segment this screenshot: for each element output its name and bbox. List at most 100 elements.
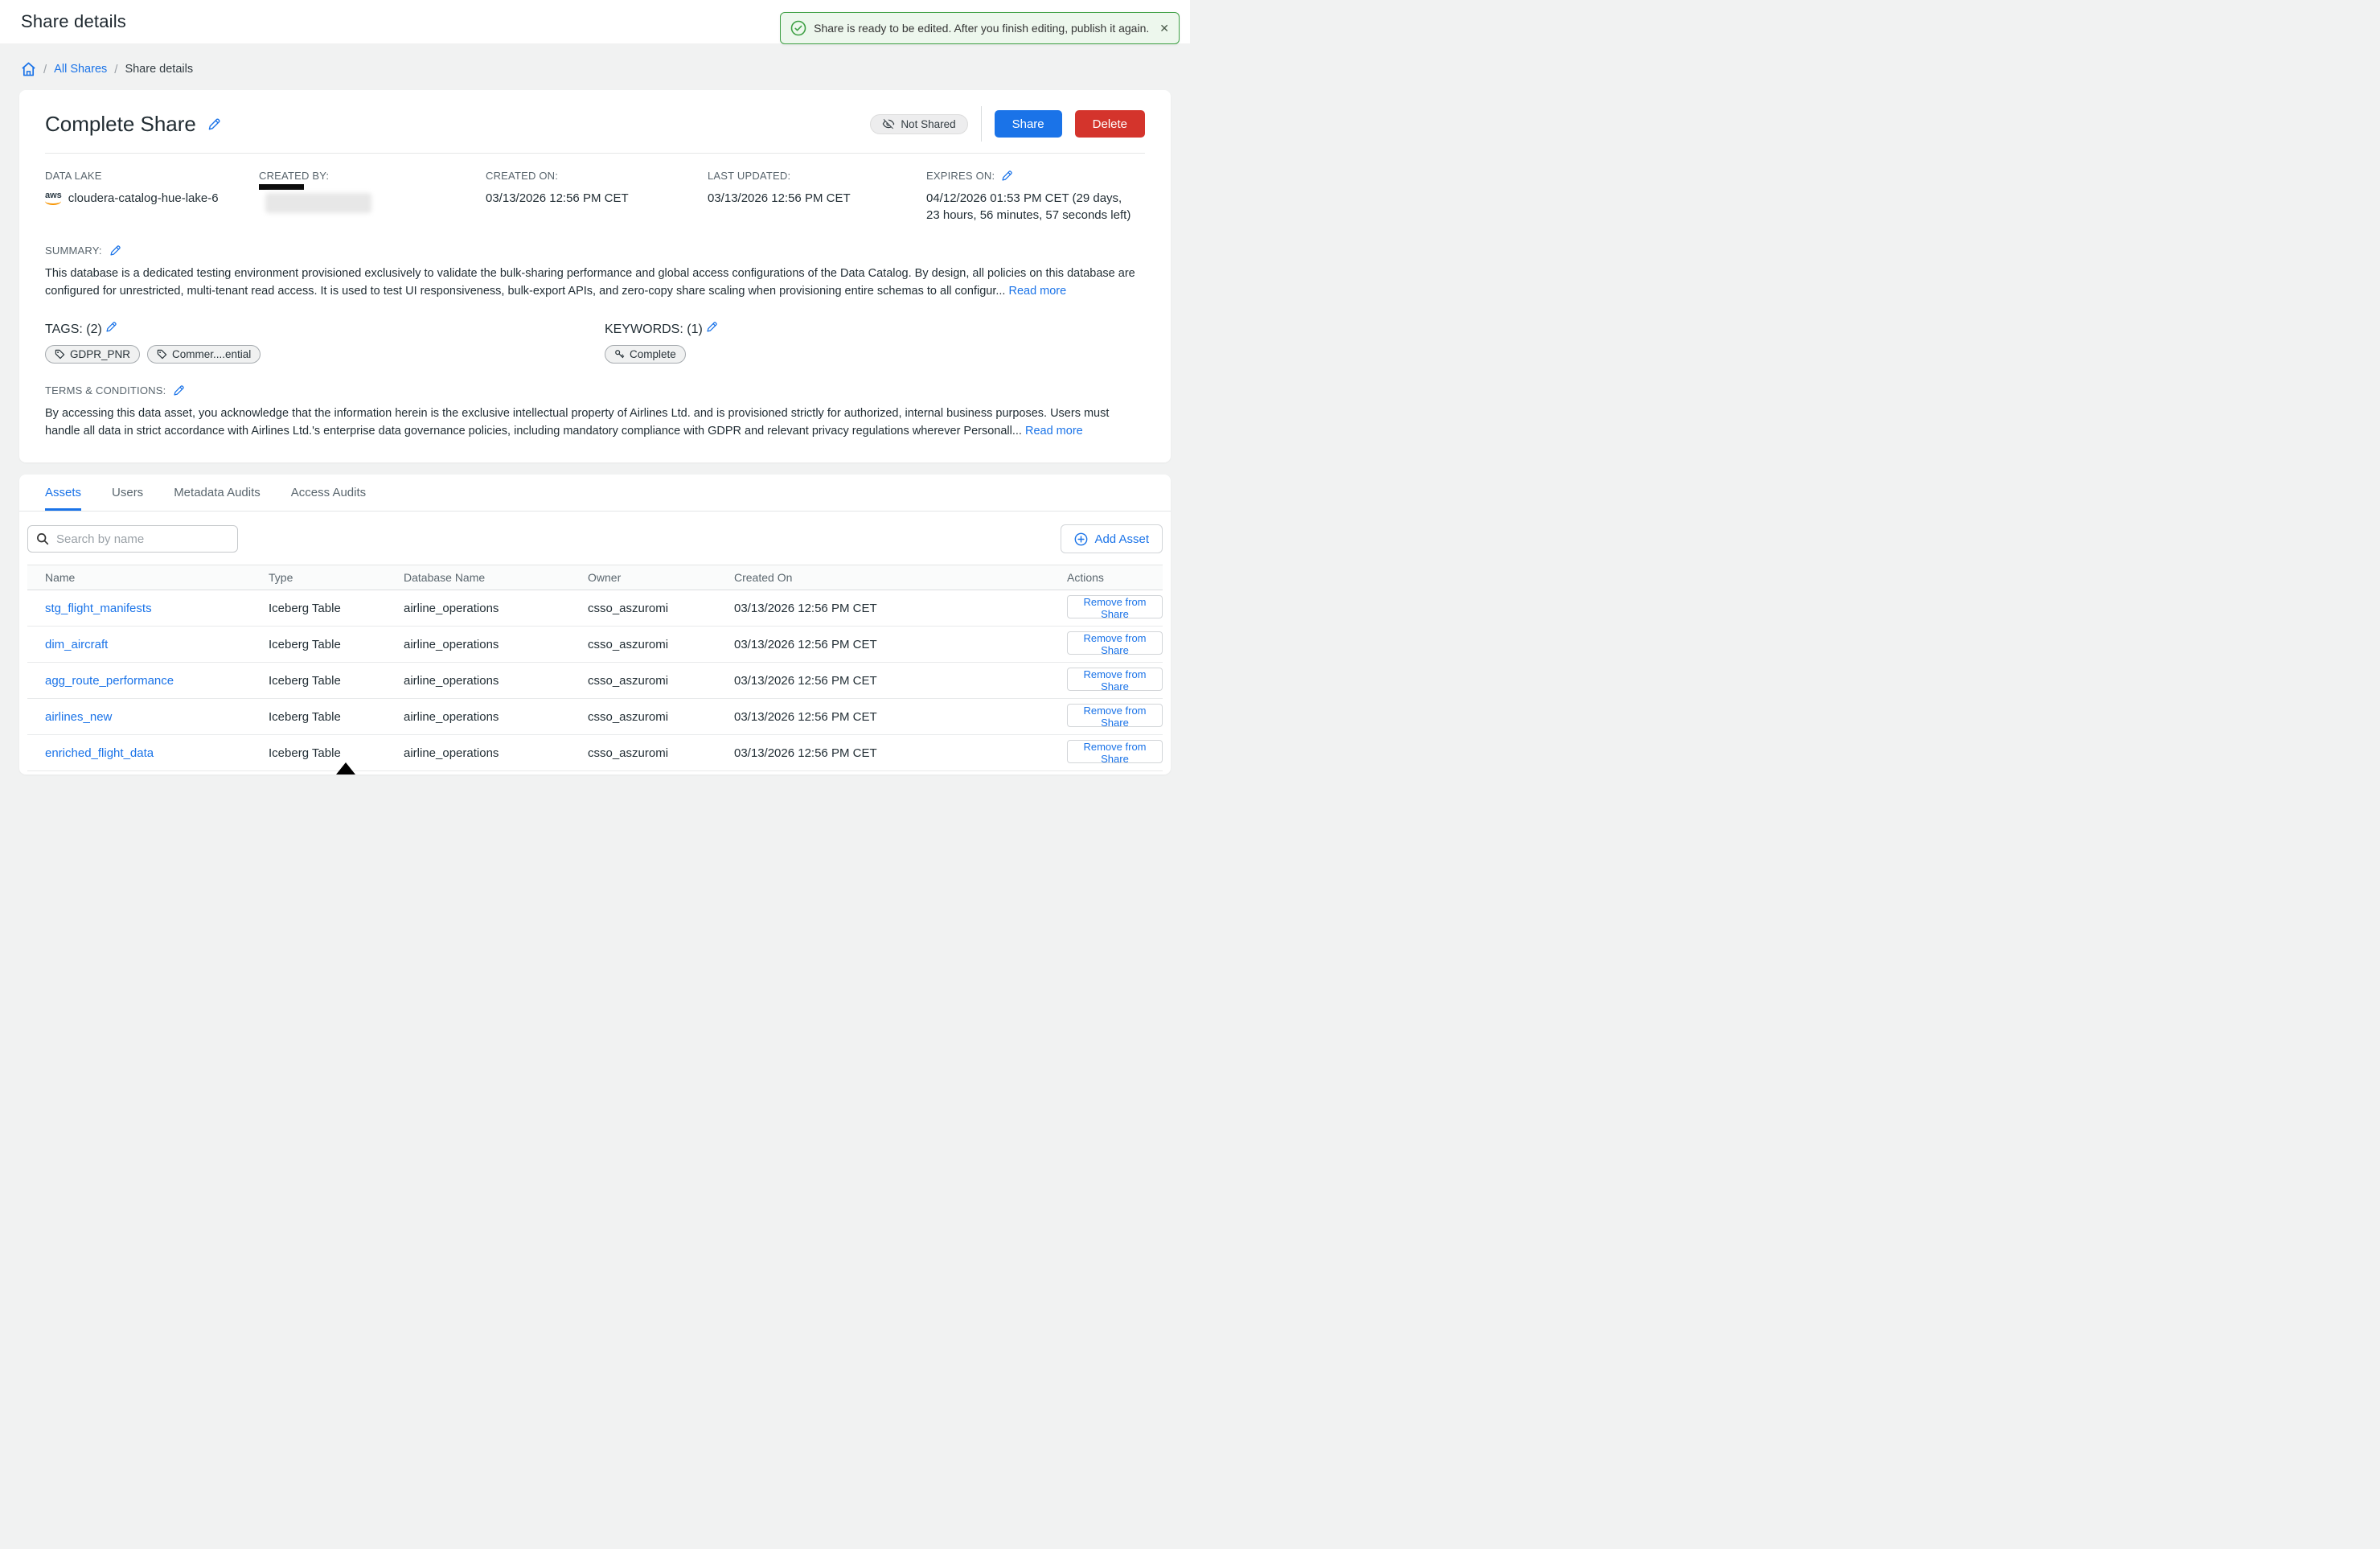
- aws-icon: aws: [45, 191, 62, 205]
- asset-database: airline_operations: [386, 590, 570, 627]
- asset-type: Iceberg Table: [251, 735, 386, 771]
- breadcrumb-current: Share details: [125, 63, 193, 76]
- asset-database: airline_operations: [386, 699, 570, 735]
- share-name: Complete Share: [45, 112, 196, 137]
- keywords-label: KEYWORDS: (1): [605, 323, 703, 336]
- asset-name-link[interactable]: stg_flight_manifests: [45, 602, 152, 615]
- plus-circle-icon: [1074, 532, 1088, 546]
- keyword-chip-label: Complete: [630, 348, 676, 360]
- assets-card: Assets Users Metadata Audits Access Audi…: [19, 475, 1171, 774]
- asset-created-on: 03/13/2026 12:56 PM CET: [716, 627, 1049, 663]
- edit-share-name-icon[interactable]: [207, 117, 221, 131]
- table-row: stg_flight_manifests Iceberg Table airli…: [27, 590, 1163, 627]
- expires-on-field: EXPIRES ON: 04/12/2026 01:53 PM CET (29 …: [926, 170, 1145, 224]
- remove-from-share-button[interactable]: Remove from Share: [1067, 740, 1163, 763]
- asset-name-link[interactable]: enriched_flight_data: [45, 746, 154, 760]
- check-circle-icon: [790, 20, 806, 36]
- tag-icon: [55, 349, 65, 360]
- share-header: Complete Share Not Shared Share Delete: [45, 90, 1145, 142]
- created-by-field: CREATED BY:: [259, 170, 486, 224]
- column-header-database: Database Name: [386, 565, 570, 590]
- table-row: agg_route_performance Iceberg Table airl…: [27, 663, 1163, 699]
- edit-tags-icon[interactable]: [105, 321, 117, 333]
- edit-keywords-icon[interactable]: [706, 321, 718, 333]
- tab-bar: Assets Users Metadata Audits Access Audi…: [19, 475, 1171, 512]
- summary-read-more-link[interactable]: Read more: [1008, 285, 1066, 298]
- key-icon: [614, 349, 625, 360]
- delete-button[interactable]: Delete: [1075, 110, 1145, 138]
- expires-on-value: 04/12/2026 01:53 PM CET (29 days, 23 hou…: [926, 190, 1137, 224]
- expires-on-label: EXPIRES ON:: [926, 170, 995, 182]
- assets-toolbar: Add Asset: [19, 512, 1171, 565]
- asset-created-on: 03/13/2026 12:56 PM CET: [716, 663, 1049, 699]
- column-header-created-on: Created On: [716, 565, 1049, 590]
- remove-from-share-button[interactable]: Remove from Share: [1067, 595, 1163, 618]
- asset-owner: csso_aszuromi: [570, 590, 716, 627]
- summary-text: This database is a dedicated testing env…: [45, 267, 1135, 298]
- share-button[interactable]: Share: [995, 110, 1062, 138]
- last-updated-value: 03/13/2026 12:56 PM CET: [708, 190, 926, 207]
- asset-name-link[interactable]: airlines_new: [45, 710, 112, 724]
- asset-owner: csso_aszuromi: [570, 699, 716, 735]
- remove-from-share-button[interactable]: Remove from Share: [1067, 704, 1163, 727]
- breadcrumb-separator: /: [43, 63, 47, 76]
- terms-read-more-link[interactable]: Read more: [1025, 425, 1083, 438]
- status-badge-label: Not Shared: [901, 118, 955, 130]
- page-title: Share details: [21, 11, 126, 32]
- eye-off-icon: [882, 118, 895, 129]
- tag-chip: GDPR_PNR: [45, 345, 140, 364]
- edit-summary-icon[interactable]: [109, 244, 121, 257]
- add-asset-label: Add Asset: [1094, 532, 1149, 546]
- home-icon[interactable]: [21, 62, 36, 76]
- tags-section: TAGS: (2) GDPR_PNR Commer....ential: [45, 321, 605, 364]
- search-input[interactable]: [56, 532, 229, 546]
- tag-icon: [157, 349, 167, 360]
- created-on-value: 03/13/2026 12:56 PM CET: [486, 190, 708, 207]
- terms-label: TERMS & CONDITIONS:: [45, 384, 166, 396]
- search-box[interactable]: [27, 525, 238, 553]
- breadcrumb-all-shares-link[interactable]: All Shares: [54, 63, 107, 76]
- data-lake-label: DATA LAKE: [45, 170, 259, 182]
- tab-metadata-audits[interactable]: Metadata Audits: [174, 486, 261, 511]
- tag-chip-label: GDPR_PNR: [70, 348, 130, 360]
- table-row: airlines_new Iceberg Table airline_opera…: [27, 699, 1163, 735]
- column-header-owner: Owner: [570, 565, 716, 590]
- share-meta-row: DATA LAKE aws cloudera-catalog-hue-lake-…: [45, 154, 1145, 224]
- remove-from-share-button[interactable]: Remove from Share: [1067, 631, 1163, 655]
- tab-assets[interactable]: Assets: [45, 486, 81, 511]
- column-header-type: Type: [251, 565, 386, 590]
- assets-table: Name Type Database Name Owner Created On…: [27, 565, 1163, 771]
- toast-message: Share is ready to be edited. After you f…: [814, 22, 1149, 35]
- redacted-value: [265, 193, 371, 213]
- remove-from-share-button[interactable]: Remove from Share: [1067, 668, 1163, 691]
- table-row: dim_aircraft Iceberg Table airline_opera…: [27, 627, 1163, 663]
- asset-created-on: 03/13/2026 12:56 PM CET: [716, 735, 1049, 771]
- column-header-actions: Actions: [1049, 565, 1163, 590]
- summary-label: SUMMARY:: [45, 244, 102, 257]
- created-on-field: CREATED ON: 03/13/2026 12:56 PM CET: [486, 170, 708, 224]
- add-asset-button[interactable]: Add Asset: [1061, 524, 1163, 553]
- breadcrumb-separator: /: [114, 63, 117, 76]
- status-badge: Not Shared: [870, 114, 967, 134]
- terms-section: TERMS & CONDITIONS: By accessing this da…: [45, 384, 1145, 440]
- terms-text: By accessing this data asset, you acknow…: [45, 407, 1109, 438]
- asset-type: Iceberg Table: [251, 699, 386, 735]
- close-icon[interactable]: ✕: [1159, 22, 1169, 35]
- asset-name-link[interactable]: agg_route_performance: [45, 674, 174, 688]
- created-by-label: CREATED BY:: [259, 170, 486, 182]
- keywords-section: KEYWORDS: (1) Complete: [605, 321, 718, 364]
- edit-expires-icon[interactable]: [1001, 170, 1013, 182]
- asset-type: Iceberg Table: [251, 590, 386, 627]
- tab-access-audits[interactable]: Access Audits: [291, 486, 366, 511]
- asset-database: airline_operations: [386, 735, 570, 771]
- data-lake-value: cloudera-catalog-hue-lake-6: [68, 190, 219, 207]
- data-lake-field: DATA LAKE aws cloudera-catalog-hue-lake-…: [45, 170, 259, 224]
- success-toast: Share is ready to be edited. After you f…: [780, 12, 1180, 44]
- tags-label: TAGS: (2): [45, 323, 102, 336]
- breadcrumb: / All Shares / Share details: [0, 43, 1190, 90]
- column-header-name: Name: [27, 565, 251, 590]
- asset-name-link[interactable]: dim_aircraft: [45, 638, 108, 651]
- created-on-label: CREATED ON:: [486, 170, 708, 182]
- tab-users[interactable]: Users: [112, 486, 143, 511]
- edit-terms-icon[interactable]: [173, 384, 185, 396]
